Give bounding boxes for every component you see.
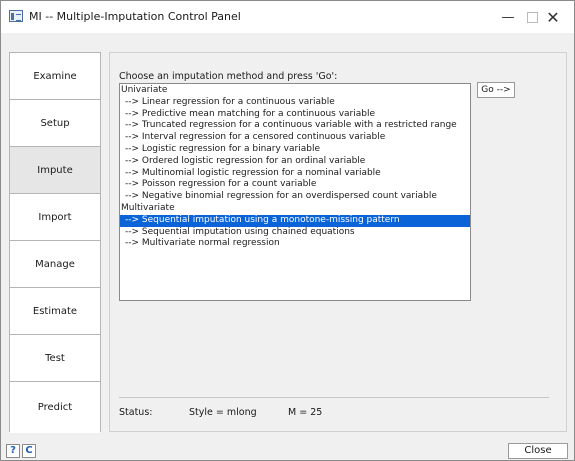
sidebar: Examine Setup Impute Import Manage Estim… [9, 52, 101, 433]
list-header-univariate[interactable]: Univariate [120, 85, 470, 97]
status-m: M = 25 [288, 407, 323, 418]
list-item[interactable]: --> Ordered logistic regression for an o… [120, 156, 470, 168]
sidebar-item-predict[interactable]: Predict [10, 382, 100, 433]
list-item[interactable]: --> Sequential imputation using chained … [120, 227, 470, 239]
list-item[interactable]: --> Linear regression for a continuous v… [120, 97, 470, 109]
help-icon: ? [10, 445, 16, 456]
sidebar-item-examine[interactable]: Examine [10, 53, 100, 100]
list-item[interactable]: --> Logistic regression for a binary var… [120, 144, 470, 156]
app-icon [9, 10, 23, 22]
sidebar-item-import[interactable]: Import [10, 194, 100, 241]
list-item[interactable]: --> Multinomial logistic regression for … [120, 168, 470, 180]
sidebar-item-estimate[interactable]: Estimate [10, 288, 100, 335]
window-title: MI -- Multiple-Imputation Control Panel [29, 10, 241, 23]
refresh-button[interactable]: C [22, 444, 36, 458]
close-icon: ✕ [546, 7, 560, 27]
refresh-icon: C [25, 445, 33, 456]
impute-prompt: Choose an imputation method and press 'G… [119, 71, 338, 82]
mi-control-panel-window: MI -- Multiple-Imputation Control Panel … [0, 0, 575, 461]
imputation-method-list[interactable]: Univariate --> Linear regression for a c… [119, 83, 471, 301]
list-item-selected[interactable]: --> Sequential imputation using a monoto… [120, 214, 470, 227]
status-divider [119, 397, 549, 398]
list-item[interactable]: --> Truncated regression for a continuou… [120, 120, 470, 132]
go-button[interactable]: Go --> [477, 82, 515, 98]
impute-panel: Choose an imputation method and press 'G… [109, 52, 567, 432]
sidebar-item-impute[interactable]: Impute [10, 147, 100, 194]
close-window-button[interactable]: ✕ [530, 1, 575, 33]
sidebar-item-test[interactable]: Test [10, 335, 100, 382]
list-item[interactable]: --> Interval regression for a censored c… [120, 132, 470, 144]
list-item[interactable]: --> Multivariate normal regression [120, 238, 470, 250]
list-item[interactable]: --> Predictive mean matching for a conti… [120, 109, 470, 121]
close-button[interactable]: Close [508, 443, 568, 459]
list-item[interactable]: --> Poisson regression for a count varia… [120, 179, 470, 191]
status-label: Status: [119, 407, 153, 418]
sidebar-item-manage[interactable]: Manage [10, 241, 100, 288]
list-item[interactable]: --> Negative binomial regression for an … [120, 191, 470, 203]
list-header-multivariate[interactable]: Multivariate [120, 203, 470, 215]
sidebar-item-setup[interactable]: Setup [10, 100, 100, 147]
status-style: Style = mlong [189, 407, 257, 418]
title-bar[interactable]: MI -- Multiple-Imputation Control Panel … [1, 1, 574, 33]
help-button[interactable]: ? [6, 444, 20, 458]
